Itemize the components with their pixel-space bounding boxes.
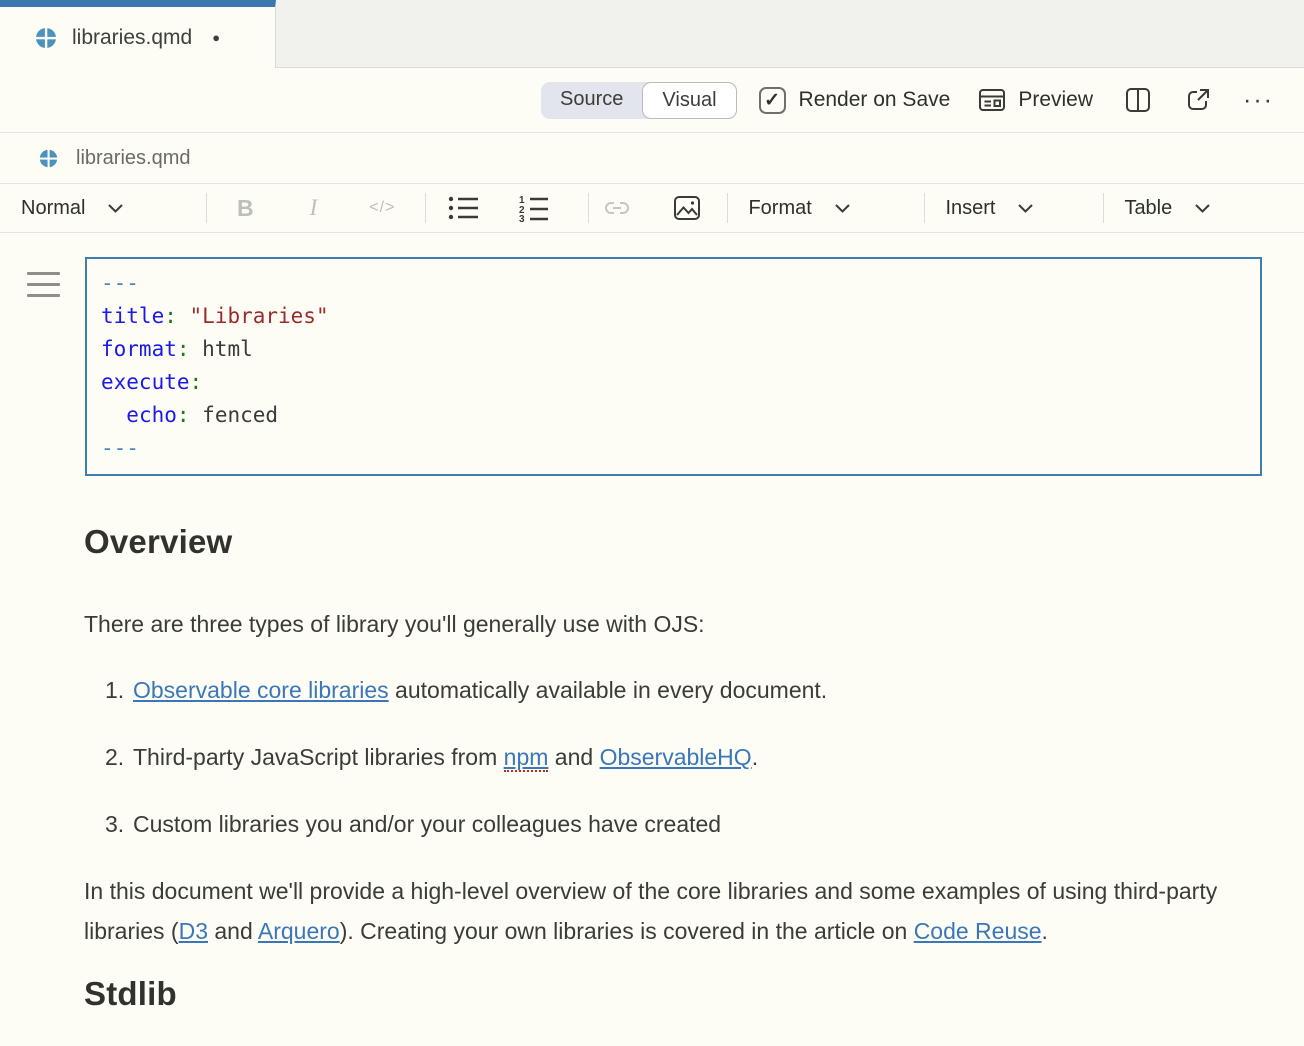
breadcrumb-filename[interactable]: libraries.qmd: [76, 147, 190, 170]
inline-code-button[interactable]: </>: [369, 199, 395, 217]
list-number: 1.: [105, 670, 133, 710]
unsaved-changes-dot: ●: [212, 30, 220, 45]
split-pane-icon[interactable]: [1125, 87, 1151, 113]
yaml-close-delimiter: ---: [101, 436, 139, 460]
overview-heading: Overview: [84, 523, 1230, 561]
svg-text:3: 3: [519, 214, 525, 222]
yaml-code: --- title: "Libraries" format: html exec…: [101, 267, 1246, 465]
source-mode-button[interactable]: Source: [541, 82, 642, 119]
yaml-front-matter-block[interactable]: --- title: "Libraries" format: html exec…: [85, 257, 1262, 476]
quarto-logo-icon: [34, 26, 58, 50]
list-item: 3. Custom libraries you and/or your coll…: [84, 804, 1230, 844]
visual-editor-canvas[interactable]: --- title: "Libraries" format: html exec…: [0, 233, 1304, 1013]
tab-strip-empty: [276, 0, 1304, 68]
chevron-down-icon: [107, 203, 124, 214]
list-item: 2. Third-party JavaScript libraries from…: [84, 737, 1230, 777]
list-item-text: Third-party JavaScript libraries from np…: [133, 737, 1230, 777]
tab-bar: libraries.qmd ●: [0, 0, 1304, 68]
yaml-open-delimiter: ---: [101, 271, 139, 295]
numbered-list-button[interactable]: 123: [518, 194, 550, 222]
visual-mode-button[interactable]: Visual: [642, 82, 736, 119]
quarto-file-icon: [38, 148, 59, 169]
insert-menu-label: Insert: [945, 197, 995, 220]
chevron-down-icon: [834, 203, 851, 214]
list-item: 1. Observable core libraries automatical…: [84, 670, 1230, 710]
chevron-down-icon: [1194, 203, 1211, 214]
open-in-new-window-icon[interactable]: [1185, 87, 1211, 113]
toolbar-separator: [588, 193, 589, 223]
italic-button[interactable]: I: [310, 195, 318, 221]
toolbar-separator: [425, 193, 426, 223]
observablehq-link[interactable]: ObservableHQ: [600, 744, 752, 770]
breadcrumb: libraries.qmd: [0, 133, 1304, 184]
table-menu[interactable]: Table: [1124, 197, 1252, 220]
preview-icon: [978, 88, 1006, 112]
toolbar-separator: [206, 193, 207, 223]
block-drag-handle-icon[interactable]: [27, 272, 60, 305]
editor-toolbar: Source Visual ✓ Render on Save Preview: [0, 68, 1304, 133]
paragraph-style-value: Normal: [21, 197, 85, 220]
npm-link[interactable]: npm: [504, 744, 549, 772]
code-reuse-link[interactable]: Code Reuse: [914, 918, 1042, 944]
format-menu-label: Format: [748, 197, 811, 220]
list-number: 2.: [105, 737, 133, 777]
library-types-list: 1. Observable core libraries automatical…: [84, 670, 1230, 844]
paragraph-style-dropdown[interactable]: Normal: [21, 197, 206, 220]
bullet-list-button[interactable]: [448, 195, 480, 221]
format-menu[interactable]: Format: [748, 197, 898, 220]
list-item-text: Observable core libraries automatically …: [133, 670, 1230, 710]
preview-label: Preview: [1018, 88, 1093, 112]
image-button[interactable]: [673, 195, 701, 221]
list-number: 3.: [105, 804, 133, 844]
render-on-save-label: Render on Save: [799, 88, 951, 112]
source-visual-toggle: Source Visual: [541, 82, 737, 119]
d3-link[interactable]: D3: [179, 918, 208, 944]
tab-libraries-qmd[interactable]: libraries.qmd ●: [0, 0, 276, 68]
stdlib-heading: Stdlib: [84, 975, 1230, 1013]
arquero-link[interactable]: Arquero: [258, 918, 340, 944]
toolbar-separator: [924, 193, 925, 223]
table-menu-label: Table: [1124, 197, 1172, 220]
link-button[interactable]: [603, 196, 631, 220]
bold-button[interactable]: B: [237, 195, 254, 222]
intro-paragraph: There are three types of library you'll …: [84, 604, 1230, 644]
body-paragraph: In this document we'll provide a high-le…: [84, 871, 1230, 951]
observable-core-libraries-link[interactable]: Observable core libraries: [133, 677, 389, 703]
render-on-save-checkbox[interactable]: ✓: [759, 87, 786, 114]
preview-button[interactable]: Preview: [978, 88, 1093, 112]
render-on-save-group[interactable]: ✓ Render on Save: [759, 87, 951, 114]
more-options-button[interactable]: ···: [1243, 95, 1274, 105]
tab-title: libraries.qmd: [72, 26, 192, 50]
list-item-text: Custom libraries you and/or your colleag…: [133, 804, 1230, 844]
toolbar-separator: [727, 193, 728, 223]
chevron-down-icon: [1017, 203, 1034, 214]
format-toolbar: Normal B I </> 123: [0, 184, 1304, 233]
insert-menu[interactable]: Insert: [945, 197, 1077, 220]
toolbar-separator: [1103, 193, 1104, 223]
